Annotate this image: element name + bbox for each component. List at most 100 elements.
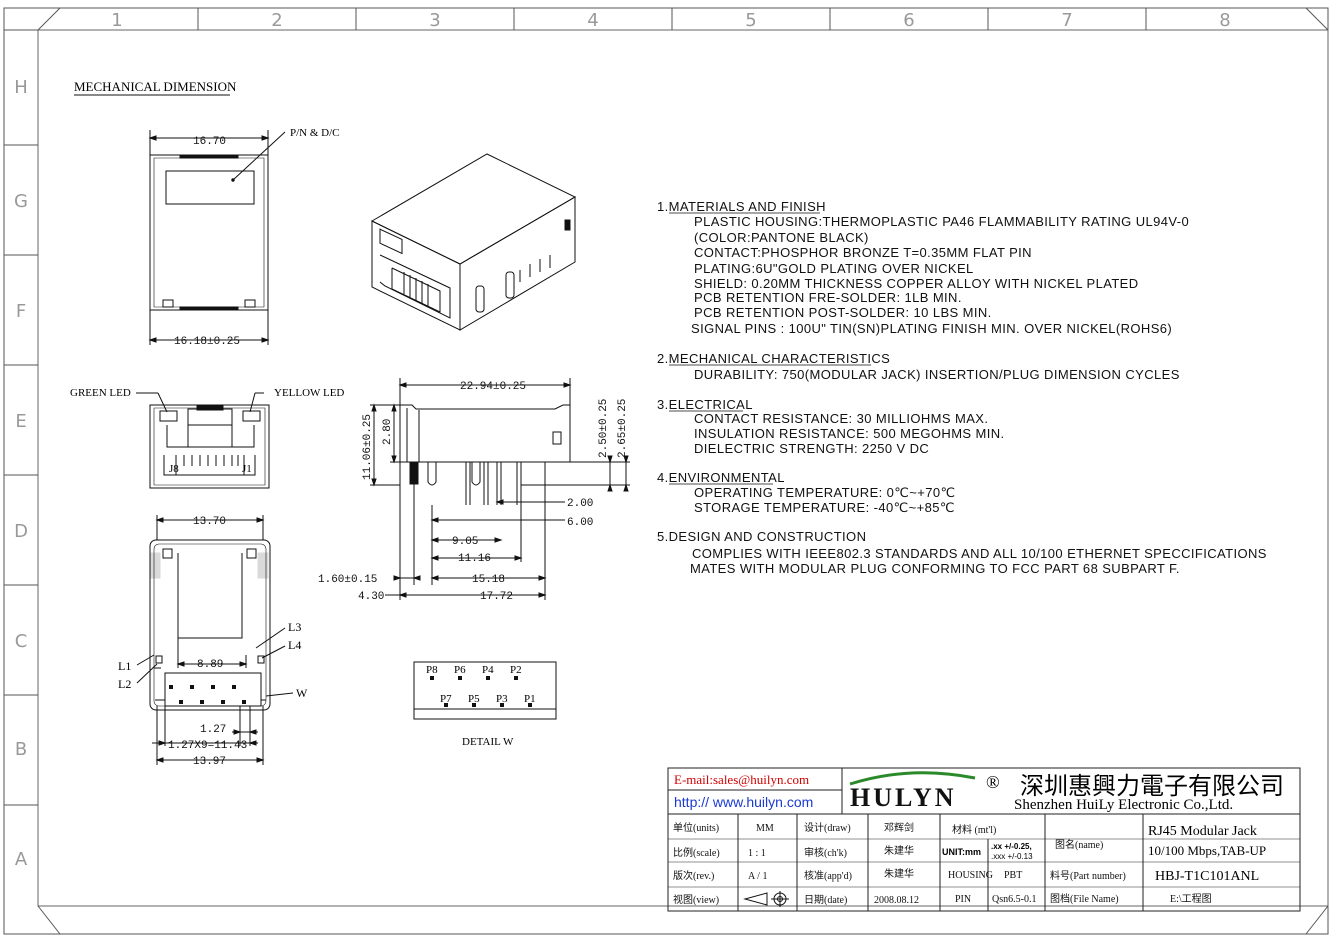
date-label: 日期(date) — [804, 894, 847, 906]
detail-pin-p4: P4 — [482, 664, 494, 676]
note-5-line: COMPLIES WITH IEEE802.3 STANDARDS AND AL… — [692, 546, 1267, 561]
detail-pin-p6: P6 — [454, 664, 466, 676]
note-2-heading: 2.MECHANICAL CHARACTERISTICS — [657, 351, 890, 366]
drawing-name-line1: RJ45 Modular Jack — [1148, 824, 1257, 839]
led-l4-label: L4 — [288, 638, 301, 652]
grid-col-2: 2 — [271, 10, 282, 31]
detail-pin-p5: P5 — [468, 693, 480, 705]
side-d5-label: 1.60±0.15 — [318, 574, 377, 586]
company-name-cn: 深圳惠興力電子有限公司 — [1020, 773, 1284, 800]
registered-mark: ® — [986, 772, 1000, 792]
pin-material: Qsn6.5-0.1 — [992, 894, 1036, 905]
view-label: 视图(view) — [673, 893, 719, 906]
led-l2-label: L2 — [118, 677, 131, 691]
led-l3-label: L3 — [288, 620, 301, 634]
draw-label: 设计(draw) — [804, 821, 851, 834]
drawing-sheet: 1 2 3 4 5 6 7 8 H G F E D C B A MECHANIC… — [0, 0, 1332, 940]
date-value: 2008.08.12 — [874, 895, 919, 906]
draw-value: 邓辉剑 — [884, 821, 914, 834]
company-name-en: Shenzhen HuiLy Electronic Co.,Ltd. — [1014, 797, 1233, 813]
rev-value: A / 1 — [748, 871, 767, 882]
units-label: 单位(units) — [673, 821, 719, 834]
side-d6-label: 15.18 — [472, 574, 505, 586]
grid-row-e: E — [15, 411, 26, 432]
side-d7-label: 4.30 — [358, 591, 384, 603]
bottom-row-span-label: 1.27X9=11.43 — [168, 740, 247, 752]
material-label: 材料 (mt'l) — [952, 823, 996, 836]
note-3-line: INSULATION RESISTANCE: 500 MEGOHMS MIN. — [694, 426, 1005, 441]
grid-column-labels: 1 2 3 4 5 6 7 8 — [111, 10, 1230, 31]
led-l1-label: L1 — [118, 659, 131, 673]
pin-j8-label: J8 — [169, 463, 179, 475]
note-3-line: DIELECTRIC STRENGTH: 2250 V DC — [694, 441, 929, 456]
grid-col-1: 1 — [111, 10, 122, 31]
side-d8-label: 17.72 — [480, 591, 513, 603]
side-length-label: 22.94±0.25 — [460, 381, 526, 393]
rev-label: 版次(rev.) — [673, 869, 714, 882]
note-4-line: STORAGE TEMPERATURE: -40℃~+85℃ — [694, 500, 955, 515]
pn-dc-label: P/N & D/C — [290, 127, 340, 139]
drawing-heading: MECHANICAL DIMENSION — [74, 79, 237, 94]
note-4-line: OPERATING TEMPERATURE: 0℃~+70℃ — [694, 485, 956, 500]
side-h3-label: 2.50±0.25 — [598, 399, 610, 458]
drawing-canvas: 1 2 3 4 5 6 7 8 H G F E D C B A MECHANIC… — [0, 0, 1332, 940]
grid-col-5: 5 — [745, 10, 756, 31]
detail-pin-p2: P2 — [510, 664, 522, 676]
appd-label: 核准(app'd) — [804, 869, 852, 882]
grid-col-7: 7 — [1061, 10, 1072, 31]
top-width-label: 16.70 — [193, 136, 226, 148]
email-text: E-mail:sales@huilyn.com — [674, 772, 809, 787]
company-logo: HULYN — [850, 783, 957, 812]
note-3-line: CONTACT RESISTANCE: 30 MILLIOHMS MAX. — [694, 411, 988, 426]
green-led-label: GREEN LED — [70, 387, 131, 399]
grid-row-labels: H G F E D C B A — [14, 77, 28, 870]
grid-row-a: A — [15, 849, 28, 870]
detail-pin-p7: P7 — [440, 693, 452, 705]
bottom-total-label: 13.97 — [193, 756, 226, 768]
note-1-line: SHIELD: 0.20MM THICKNESS COPPER ALLOY WI… — [694, 276, 1139, 291]
part-number-value: HBJ-T1C101ANL — [1155, 869, 1259, 884]
note-4-heading: 4.ENVIRONMENTAL — [657, 470, 785, 485]
scale-value: 1 : 1 — [748, 848, 766, 859]
part-number-label: 料号(Part number) — [1050, 869, 1126, 882]
housing-label: HOUSING — [948, 870, 993, 881]
detail-pin-p8: P8 — [426, 664, 438, 676]
bottom-view-pins — [169, 685, 246, 704]
housing-material: PBT — [1004, 870, 1022, 881]
grid-row-d: D — [14, 521, 28, 542]
grid-col-6: 6 — [903, 10, 914, 31]
side-view — [370, 378, 630, 600]
detail-w-marker: W — [296, 686, 308, 700]
note-1-line: PCB RETENTION POST-SOLDER: 10 LBS MIN. — [694, 305, 992, 320]
grid-col-3: 3 — [429, 10, 440, 31]
yellow-led-label: YELLOW LED — [274, 387, 344, 399]
note-1-line: PLASTIC HOUSING:THERMOPLASTIC PA46 FLAMM… — [694, 214, 1189, 229]
note-2-line: DURABILITY: 750(MODULAR JACK) INSERTION/… — [694, 367, 1180, 382]
drawing-name-line2: 10/100 Mbps,TAB-UP — [1148, 843, 1266, 858]
bottom-width-label: 13.70 — [193, 516, 226, 528]
note-1-line: (COLOR:PANTONE BLACK) — [694, 230, 869, 245]
side-height-label: 11.06±0.25 — [362, 414, 374, 480]
note-5-line: MATES WITH MODULAR PLUG CONFORMING TO FC… — [690, 561, 1180, 576]
note-3-heading: 3.ELECTRICAL — [657, 397, 753, 412]
grid-row-g: G — [14, 191, 28, 212]
unit-mm: UNIT:mm — [942, 847, 981, 857]
pin-j1-label: J1 — [242, 463, 252, 475]
grid-row-h: H — [14, 77, 28, 98]
side-d3-label: 9.05 — [452, 536, 478, 548]
file-name-label: 图档(File Name) — [1050, 892, 1119, 905]
detail-pin-p1: P1 — [524, 693, 536, 705]
grid-row-f: F — [16, 301, 26, 322]
grid-col-8: 8 — [1219, 10, 1230, 31]
tolerance-3dp: .xxx +/-0.13 — [991, 852, 1033, 861]
grid-row-b: B — [15, 739, 27, 760]
pin-label: PIN — [955, 894, 971, 905]
website-link[interactable]: http:// www.huilyn.com — [674, 794, 813, 810]
note-1-line: PCB RETENTION FRE-SOLDER: 1LB MIN. — [694, 290, 962, 305]
detail-pin-p3: P3 — [496, 693, 508, 705]
side-d4-label: 11.16 — [458, 553, 491, 565]
drawing-name-label: 图名(name) — [1055, 838, 1103, 851]
note-1-line: SIGNAL PINS : 100U" TIN(SN)PLATING FINIS… — [691, 321, 1172, 336]
grid-col-4: 4 — [587, 10, 598, 31]
isometric-view — [370, 153, 577, 331]
